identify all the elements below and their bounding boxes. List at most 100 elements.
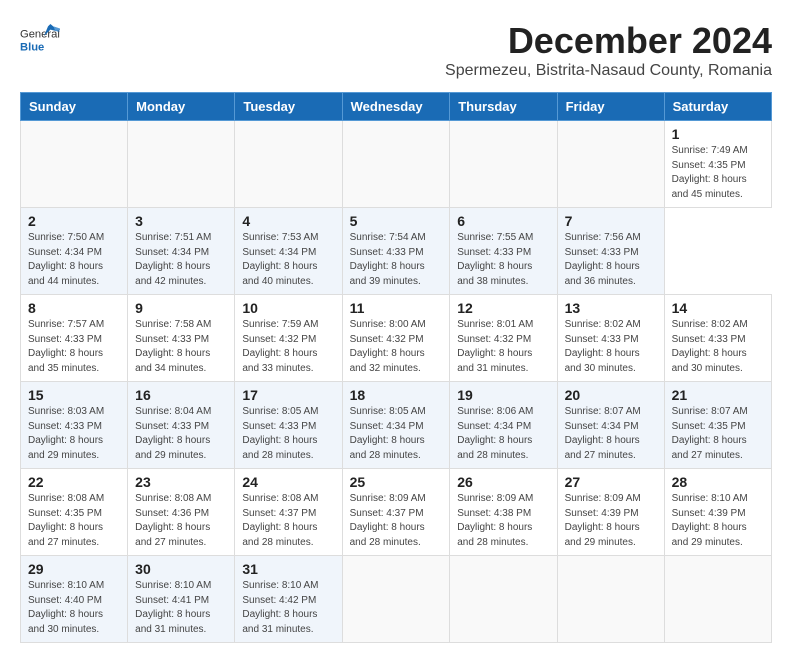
day-info: Sunrise: 7:55 AMSunset: 4:33 PMDaylight:…: [457, 231, 549, 289]
day-info: Sunrise: 7:56 AMSunset: 4:33 PMDaylight:…: [565, 231, 657, 289]
calendar-cell: 18 Sunrise: 8:05 AMSunset: 4:34 PMDayligh…: [342, 382, 450, 469]
day-info: Sunrise: 8:05 AMSunset: 4:34 PMDaylight:…: [350, 405, 443, 463]
day-number: 26: [457, 474, 549, 490]
day-number: 17: [242, 387, 334, 403]
calendar-cell: 30Sunrise: 8:10 AMSunset: 4:41 PMDayligh…: [128, 556, 235, 643]
col-tuesday: Tuesday: [235, 93, 342, 121]
day-info: Sunrise: 7:53 AMSunset: 4:34 PMDaylight:…: [242, 231, 334, 289]
day-number: 1: [672, 126, 764, 142]
day-info: Sunrise: 8:07 AMSunset: 4:34 PMDaylight:…: [565, 405, 657, 463]
day-info: Sunrise: 7:49 AMSunset: 4:35 PMDaylight:…: [672, 144, 764, 202]
calendar-cell: 14 Sunrise: 8:02 AMSunset: 4:33 PMDayligh…: [664, 295, 771, 382]
col-sunday: Sunday: [21, 93, 128, 121]
day-info: Sunrise: 8:09 AMSunset: 4:37 PMDaylight:…: [350, 492, 443, 550]
day-info: Sunrise: 8:10 AMSunset: 4:41 PMDaylight:…: [135, 579, 227, 637]
calendar-cell: 1 Sunrise: 7:49 AMSunset: 4:35 PMDaylight…: [664, 121, 771, 208]
day-number: 19: [457, 387, 549, 403]
logo-icon: General Blue: [20, 20, 60, 60]
day-info: Sunrise: 8:04 AMSunset: 4:33 PMDaylight:…: [135, 405, 227, 463]
day-info: Sunrise: 8:02 AMSunset: 4:33 PMDaylight:…: [565, 318, 657, 376]
day-number: 11: [350, 300, 443, 316]
calendar-cell: 4 Sunrise: 7:53 AMSunset: 4:34 PMDaylight…: [235, 208, 342, 295]
calendar-cell: [557, 121, 664, 208]
col-wednesday: Wednesday: [342, 93, 450, 121]
day-info: Sunrise: 8:10 AMSunset: 4:39 PMDaylight:…: [672, 492, 764, 550]
calendar-cell: [664, 556, 771, 643]
calendar-cell: 7 Sunrise: 7:56 AMSunset: 4:33 PMDaylight…: [557, 208, 664, 295]
day-number: 28: [672, 474, 764, 490]
day-number: 13: [565, 300, 657, 316]
calendar-cell: 28 Sunrise: 8:10 AMSunset: 4:39 PMDayligh…: [664, 469, 771, 556]
calendar-cell: 24Sunrise: 8:08 AMSunset: 4:37 PMDayligh…: [235, 469, 342, 556]
calendar-cell: 6 Sunrise: 7:55 AMSunset: 4:33 PMDaylight…: [450, 208, 557, 295]
calendar-cell: [557, 556, 664, 643]
calendar-cell: 8 Sunrise: 7:57 AMSunset: 4:33 PMDaylight…: [21, 295, 128, 382]
day-info: Sunrise: 8:05 AMSunset: 4:33 PMDaylight:…: [242, 405, 334, 463]
day-info: Sunrise: 8:09 AMSunset: 4:38 PMDaylight:…: [457, 492, 549, 550]
day-info: Sunrise: 7:58 AMSunset: 4:33 PMDaylight:…: [135, 318, 227, 376]
day-number: 8: [28, 300, 120, 316]
day-number: 21: [672, 387, 764, 403]
calendar-cell: [342, 556, 450, 643]
day-number: 6: [457, 213, 549, 229]
calendar-cell: 15Sunrise: 8:03 AMSunset: 4:33 PMDayligh…: [21, 382, 128, 469]
calendar-cell: 9 Sunrise: 7:58 AMSunset: 4:33 PMDaylight…: [128, 295, 235, 382]
calendar-cell: [450, 121, 557, 208]
calendar-cell: [21, 121, 128, 208]
calendar-table: Sunday Monday Tuesday Wednesday Thursday…: [20, 92, 772, 643]
day-info: Sunrise: 8:07 AMSunset: 4:35 PMDaylight:…: [672, 405, 764, 463]
calendar-cell: [128, 121, 235, 208]
day-info: Sunrise: 7:51 AMSunset: 4:34 PMDaylight:…: [135, 231, 227, 289]
calendar-cell: 10Sunrise: 7:59 AMSunset: 4:32 PMDayligh…: [235, 295, 342, 382]
page-title: December 2024: [60, 20, 772, 62]
calendar-cell: 12 Sunrise: 8:01 AMSunset: 4:32 PMDayligh…: [450, 295, 557, 382]
day-info: Sunrise: 7:57 AMSunset: 4:33 PMDaylight:…: [28, 318, 120, 376]
day-number: 27: [565, 474, 657, 490]
day-info: Sunrise: 8:00 AMSunset: 4:32 PMDaylight:…: [350, 318, 443, 376]
day-info: Sunrise: 8:01 AMSunset: 4:32 PMDaylight:…: [457, 318, 549, 376]
calendar-week-row: 29 Sunrise: 8:10 AMSunset: 4:40 PMDayligh…: [21, 556, 772, 643]
day-number: 4: [242, 213, 334, 229]
calendar-cell: 2 Sunrise: 7:50 AMSunset: 4:34 PMDaylight…: [21, 208, 128, 295]
logo: General Blue: [20, 20, 60, 60]
day-number: 23: [135, 474, 227, 490]
calendar-cell: 5Sunrise: 7:54 AMSunset: 4:33 PMDaylight…: [342, 208, 450, 295]
day-info: Sunrise: 8:10 AMSunset: 4:40 PMDaylight:…: [28, 579, 120, 637]
page-header: General Blue December 2024 Spermezeu, Bi…: [20, 20, 772, 80]
col-saturday: Saturday: [664, 93, 771, 121]
col-friday: Friday: [557, 93, 664, 121]
day-info: Sunrise: 7:59 AMSunset: 4:32 PMDaylight:…: [242, 318, 334, 376]
day-number: 18: [350, 387, 443, 403]
day-number: 5: [350, 213, 443, 229]
day-number: 29: [28, 561, 120, 577]
day-number: 16: [135, 387, 227, 403]
day-number: 12: [457, 300, 549, 316]
calendar-header-row: Sunday Monday Tuesday Wednesday Thursday…: [21, 93, 772, 121]
page-subtitle: Spermezeu, Bistrita-Nasaud County, Roman…: [60, 62, 772, 80]
day-info: Sunrise: 8:10 AMSunset: 4:42 PMDaylight:…: [242, 579, 334, 637]
day-number: 2: [28, 213, 120, 229]
day-number: 15: [28, 387, 120, 403]
calendar-cell: 11 Sunrise: 8:00 AMSunset: 4:32 PMDayligh…: [342, 295, 450, 382]
calendar-cell: 26 Sunrise: 8:09 AMSunset: 4:38 PMDayligh…: [450, 469, 557, 556]
calendar-week-row: 8 Sunrise: 7:57 AMSunset: 4:33 PMDaylight…: [21, 295, 772, 382]
calendar-cell: 23Sunrise: 8:08 AMSunset: 4:36 PMDayligh…: [128, 469, 235, 556]
day-info: Sunrise: 8:02 AMSunset: 4:33 PMDaylight:…: [672, 318, 764, 376]
day-number: 14: [672, 300, 764, 316]
day-info: Sunrise: 7:50 AMSunset: 4:34 PMDaylight:…: [28, 231, 120, 289]
day-number: 25: [350, 474, 443, 490]
day-number: 7: [565, 213, 657, 229]
calendar-cell: 20 Sunrise: 8:07 AMSunset: 4:34 PMDayligh…: [557, 382, 664, 469]
calendar-cell: 25 Sunrise: 8:09 AMSunset: 4:37 PMDayligh…: [342, 469, 450, 556]
day-number: 9: [135, 300, 227, 316]
calendar-cell: 3Sunrise: 7:51 AMSunset: 4:34 PMDaylight…: [128, 208, 235, 295]
svg-text:Blue: Blue: [20, 41, 44, 53]
calendar-cell: 29 Sunrise: 8:10 AMSunset: 4:40 PMDayligh…: [21, 556, 128, 643]
calendar-cell: 16 Sunrise: 8:04 AMSunset: 4:33 PMDayligh…: [128, 382, 235, 469]
calendar-cell: 21 Sunrise: 8:07 AMSunset: 4:35 PMDayligh…: [664, 382, 771, 469]
calendar-cell: 22Sunrise: 8:08 AMSunset: 4:35 PMDayligh…: [21, 469, 128, 556]
col-monday: Monday: [128, 93, 235, 121]
day-number: 20: [565, 387, 657, 403]
calendar-week-row: 22Sunrise: 8:08 AMSunset: 4:35 PMDayligh…: [21, 469, 772, 556]
day-number: 24: [242, 474, 334, 490]
